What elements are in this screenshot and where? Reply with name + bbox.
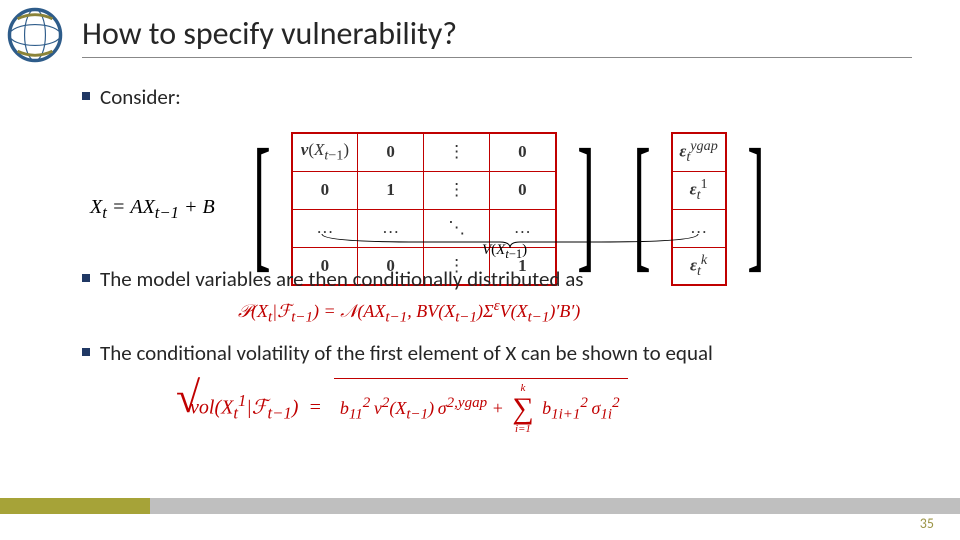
bullet-icon [82,348,90,356]
summation-icon: k ∑ i=1 [512,383,533,435]
bullet-conditional: The conditional volatility of the first … [82,340,942,366]
matrix-cell: ⋮ [424,171,490,209]
right-bracket-icon: ] [577,126,594,278]
bullet-text: The conditional volatility of the first … [100,340,713,366]
page-number: 35 [920,515,934,532]
bullet-icon [82,92,90,100]
matrix-cell: 0 [292,171,358,209]
eq3-lhs: vol(Xt1|ℱt−1) = [190,391,332,424]
bullet-icon [82,274,90,282]
equation-volatility: vol(Xt1|ℱt−1) = √ b112 v2(Xt−1) σ2,ygap … [190,378,628,437]
vector-cell: εt1 [672,171,726,209]
matrix-cell: 0 [490,171,556,209]
matrix-V: [ v(Xt−1)0⋮001⋮0……⋱…00⋮1 ] [237,132,611,286]
bullet-text: The model variables are then conditional… [100,266,583,292]
matrix-cell: 0 [490,133,556,171]
bullet-text: Consider: [100,84,181,110]
eq3-term2: b1i+12 σ1i2 [538,395,620,424]
right-bracket-icon: ] [747,126,764,278]
slide-header: How to specify vulnerability? [82,14,912,58]
vector-cell: εtygap [672,133,726,171]
left-bracket-icon: [ [253,126,270,278]
sqrt-icon: √ [176,376,200,420]
matrix-cell: ⋮ [424,133,490,171]
equation-lhs: Xt = AXt−1 + B [90,196,215,223]
bullet-consider: Consider: [82,84,902,110]
matrix-eps: [ εtygapεt1…εtk ] [617,132,781,286]
imf-logo-icon [6,6,64,64]
left-bracket-icon: [ [633,126,650,278]
matrix-cell: 1 [358,171,424,209]
slide-title: How to specify vulnerability? [82,14,912,53]
slide-footer [0,498,960,540]
brace-label: V(Xt−1) [482,242,527,262]
equation-row: Xt = AXt−1 + B [ v(Xt−1)0⋮001⋮0……⋱…00⋮1 … [90,132,781,286]
vector-grid: εtygapεt1…εtk [671,132,727,286]
bullet-model: The model variables are then conditional… [82,266,912,292]
matrix-cell: v(Xt−1) [292,133,358,171]
equation-distribution: 𝒫(Xt|ℱt−1) = 𝒩(AXt−1, BV(Xt−1)ΣεV(Xt−1)′… [238,298,580,327]
eq3-term1: b112 v2(Xt−1) σ2,ygap + [340,395,508,424]
matrix-cell: 0 [358,133,424,171]
matrix-grid: v(Xt−1)0⋮001⋮0……⋱…00⋮1 [291,132,557,286]
